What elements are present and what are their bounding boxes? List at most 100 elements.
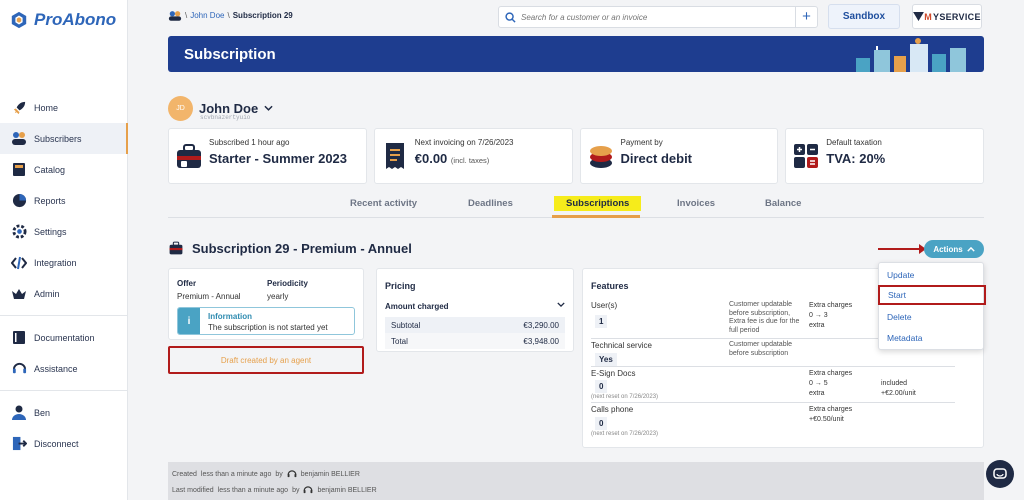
- tab-balance[interactable]: Balance: [765, 198, 801, 209]
- sidebar-item-integration[interactable]: Integration: [0, 247, 128, 278]
- chevron-down-icon[interactable]: [264, 103, 273, 114]
- breadcrumb-separator: \: [185, 11, 188, 20]
- gear-icon: [11, 224, 27, 240]
- kpi-subtext: (incl. taxes): [450, 156, 490, 165]
- service-switcher[interactable]: M YSERVICE: [912, 4, 982, 29]
- headset-icon: [304, 486, 313, 494]
- pricing-row-value: €3,948.00: [523, 336, 559, 346]
- tab-invoices[interactable]: Invoices: [677, 198, 715, 209]
- page-banner: Subscription: [168, 36, 984, 72]
- user-icon: [11, 405, 27, 421]
- actions-label: Actions: [933, 244, 963, 254]
- features-title: Features: [591, 281, 629, 291]
- offer-card: Offer Periodicity Premium - Annual yearl…: [168, 268, 364, 340]
- catalog-icon: [11, 162, 27, 178]
- menu-item-delete[interactable]: Delete: [879, 307, 985, 327]
- crown-icon: [11, 286, 27, 302]
- offer-panel: Offer Periodicity Premium - Annual yearl…: [168, 268, 364, 448]
- pricing-row: Subtotal €3,290.00: [385, 317, 565, 333]
- sidebar-item-reports[interactable]: Reports: [0, 185, 128, 216]
- search-icon: [499, 11, 521, 23]
- sandbox-button[interactable]: Sandbox: [828, 4, 900, 29]
- amount-charged-toggle[interactable]: Amount charged: [385, 302, 565, 311]
- pricing-title: Pricing: [385, 281, 416, 291]
- created-user: benjamin BELLIER: [300, 470, 360, 478]
- periodicity-label: Periodicity: [267, 279, 308, 288]
- sidebar-item-home[interactable]: Home: [0, 92, 128, 123]
- chat-button[interactable]: [986, 460, 1014, 488]
- feature-value: 0: [595, 417, 608, 430]
- kpi-value: Starter - Summer 2023: [209, 151, 348, 166]
- feature-reset-note: (next reset on 7/26/2023): [591, 394, 659, 400]
- periodicity-value: yearly: [267, 292, 289, 301]
- tab-subscriptions[interactable]: Subscriptions: [554, 196, 642, 211]
- tab-bar: Recent activity Deadlines Subscriptions …: [168, 194, 984, 218]
- feature-row: E-Sign Docs 0 (next reset on 7/26/2023) …: [591, 369, 955, 403]
- search-add-button[interactable]: +: [795, 7, 817, 27]
- briefcase-icon: [177, 144, 201, 168]
- top-bar: \ John Doe \ Subscription 29 + Sandbox M…: [168, 4, 984, 29]
- draft-status: Draft created by an agent: [168, 346, 364, 374]
- kpi-card-taxation: Default taxation TVA: 20%: [785, 128, 984, 184]
- kpi-row: Subscribed 1 hour ago Starter - Summer 2…: [168, 128, 984, 184]
- headset-icon: [11, 361, 27, 377]
- modified-user: benjamin BELLIER: [317, 486, 377, 494]
- kpi-amount: €0.00: [414, 151, 448, 166]
- created-time: less than a minute ago: [200, 470, 272, 478]
- feature-value: 1: [595, 315, 608, 328]
- sidebar-item-documentation[interactable]: Documentation: [0, 322, 128, 353]
- sidebar-divider: [0, 315, 128, 316]
- info-box: i Information The subscription is not st…: [177, 307, 355, 335]
- menu-item-start[interactable]: Start: [878, 285, 986, 305]
- sidebar-item-user[interactable]: Ben: [0, 397, 128, 428]
- kpi-label: Next invoicing on 7/26/2023: [414, 138, 514, 147]
- feature-row: Calls phone 0 (next reset on 7/26/2023) …: [591, 405, 955, 441]
- feature-value: Yes: [595, 353, 617, 366]
- menu-item-metadata[interactable]: Metadata: [879, 328, 985, 348]
- feature-name: E-Sign Docs: [591, 369, 636, 378]
- logout-icon: [11, 436, 27, 452]
- code-icon: [11, 255, 27, 271]
- feature-description: Customer updatable before subscription: [729, 341, 793, 357]
- feature-name: Calls phone: [591, 405, 634, 414]
- info-title: Information: [208, 312, 252, 321]
- subscription-header: Subscription 29 - Premium - Annuel: [168, 240, 412, 256]
- menu-item-update[interactable]: Update: [879, 265, 985, 285]
- avatar: JD: [168, 96, 193, 121]
- actions-button[interactable]: Actions: [924, 240, 984, 258]
- feature-name: User(s): [591, 301, 618, 310]
- info-text: The subscription is not started yet: [208, 323, 328, 332]
- search-input[interactable]: [521, 12, 786, 22]
- subscribers-icon: [11, 131, 27, 147]
- subscription-title: Subscription 29 - Premium - Annuel: [192, 240, 412, 256]
- sidebar-item-label: Subscribers: [34, 133, 82, 144]
- sidebar-item-assistance[interactable]: Assistance: [0, 353, 128, 384]
- feature-extra-charges: Extra charges 0 → 3 extra: [809, 302, 853, 329]
- coins-icon: [589, 146, 612, 168]
- sidebar-item-admin[interactable]: Admin: [0, 278, 128, 309]
- sidebar-item-disconnect[interactable]: Disconnect: [0, 428, 128, 459]
- modified-time: less than a minute ago: [217, 486, 289, 494]
- pricing-row-label: Subtotal: [391, 320, 421, 330]
- offer-label: Offer: [177, 279, 197, 288]
- tab-deadlines[interactable]: Deadlines: [468, 198, 513, 209]
- brand-logo[interactable]: ProAbono: [10, 10, 116, 30]
- kpi-card-next-invoice: Next invoicing on 7/26/2023 €0.00 (incl.…: [373, 128, 573, 184]
- pricing-row: Total €3,948.00: [385, 333, 565, 349]
- breadcrumb-customer-link[interactable]: John Doe: [190, 11, 224, 20]
- sidebar-item-catalog[interactable]: Catalog: [0, 154, 128, 185]
- sidebar-item-label: Reports: [34, 195, 66, 206]
- chat-icon: [993, 467, 1007, 479]
- sidebar-item-label: Settings: [34, 226, 67, 237]
- sidebar: ProAbono Home Subscribers Catalog Report…: [0, 0, 128, 500]
- tab-recent-activity[interactable]: Recent activity: [350, 198, 417, 209]
- sidebar-item-settings[interactable]: Settings: [0, 216, 128, 247]
- logo-hexagon-icon: [11, 11, 27, 29]
- customer-reference: scvbnazertyuio: [200, 114, 251, 121]
- service-name: YSERVICE: [933, 11, 981, 22]
- brand-name: ProAbono: [34, 10, 117, 29]
- sidebar-item-subscribers[interactable]: Subscribers: [0, 123, 128, 154]
- kpi-value: €0.00 (incl. taxes): [415, 151, 490, 166]
- feature-description: Customer updatable before subscription, …: [729, 301, 800, 334]
- modified-info: Last modified less than a minute ago by …: [172, 485, 377, 495]
